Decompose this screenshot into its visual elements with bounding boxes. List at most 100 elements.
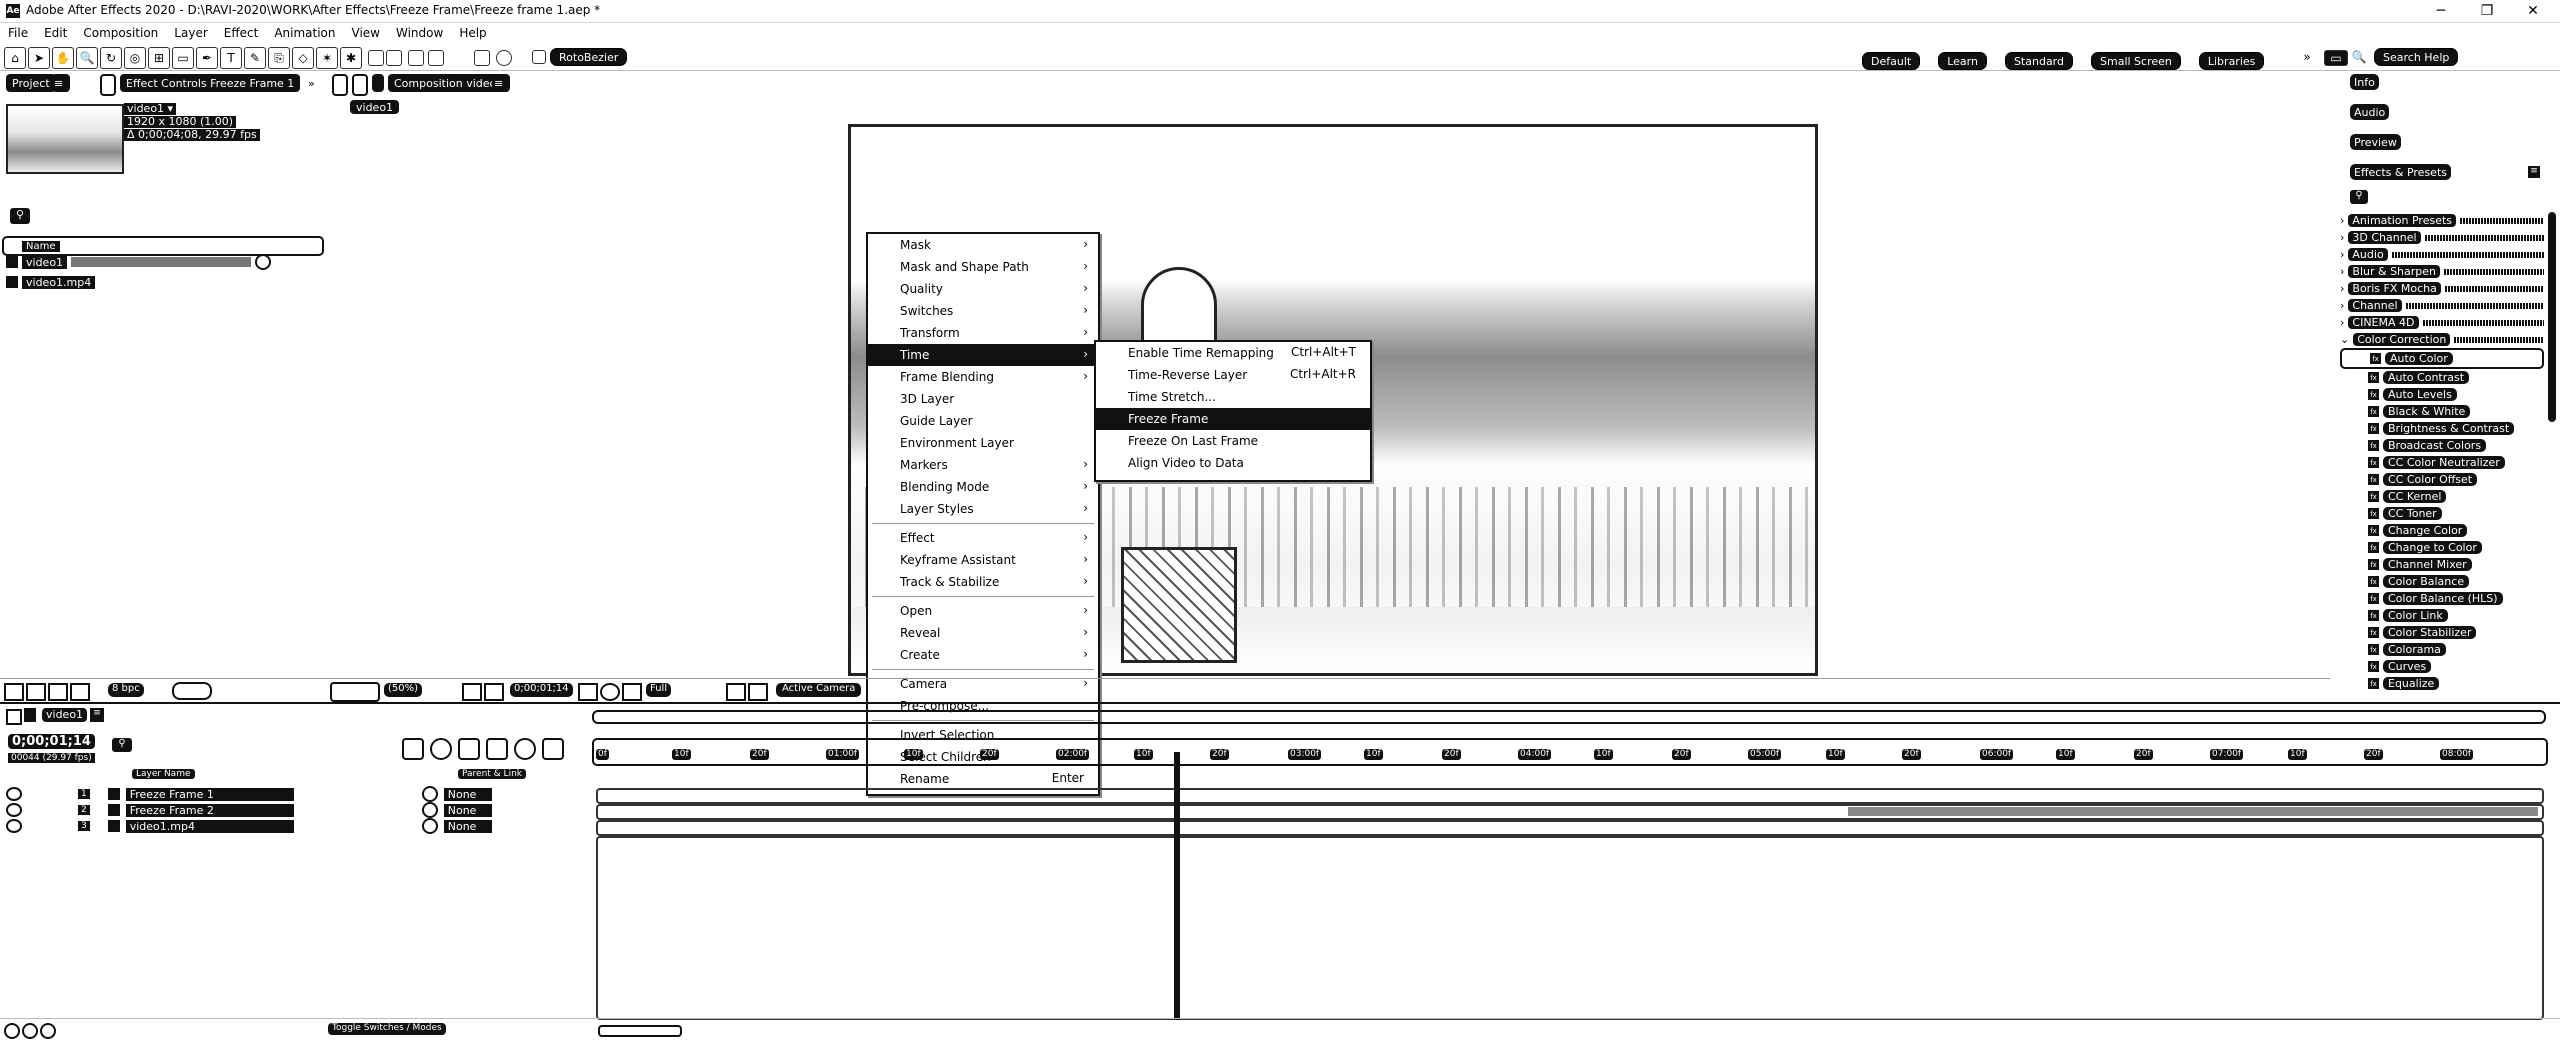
tree-category[interactable]: › Channel: [2340, 297, 2544, 314]
puppet-tool-icon[interactable]: ✱: [340, 47, 362, 69]
effect-item[interactable]: fx CC Color Neutralizer: [2340, 454, 2544, 471]
expand-panels-chevron-icon[interactable]: »: [302, 74, 321, 92]
fast-previews-icon[interactable]: [726, 683, 746, 701]
timeline-timecode[interactable]: 0;00;01;14 00044 (29.97 fps): [8, 734, 96, 764]
snapshot-icon[interactable]: [4, 683, 24, 701]
close-button[interactable]: ✕: [2510, 0, 2556, 22]
composition-panel-menu-icon[interactable]: ≡: [492, 74, 510, 92]
effect-item[interactable]: fx Change Color: [2340, 522, 2544, 539]
menu-item-mask[interactable]: Mask ›: [868, 234, 1098, 256]
menu-animation[interactable]: Animation: [266, 26, 343, 40]
tool-option-2-icon[interactable]: [386, 50, 402, 66]
timeline-empty-area[interactable]: [596, 836, 2544, 1020]
menu-item-quality[interactable]: Quality ›: [868, 278, 1098, 300]
panel-audio[interactable]: Audio: [2350, 104, 2390, 120]
toggle-pill[interactable]: [172, 682, 212, 700]
brush-tool-icon[interactable]: ✎: [244, 47, 266, 69]
menu-item-environment-layer[interactable]: Environment Layer: [868, 432, 1098, 454]
project-panel-menu-icon[interactable]: ≡: [52, 74, 70, 92]
effect-item[interactable]: fx Color Stabilizer: [2340, 624, 2544, 641]
layer-name-header[interactable]: Layer Name: [132, 769, 195, 779]
timeline-search-icon[interactable]: ⚲: [112, 738, 132, 752]
more-workspaces-chevron-icon[interactable]: »: [2300, 50, 2314, 64]
layer-switches-icon[interactable]: [4, 1023, 20, 1039]
project-item-name[interactable]: video1 ▾: [124, 103, 177, 115]
menu-item-switches[interactable]: Switches ›: [868, 300, 1098, 322]
visibility-eye-icon[interactable]: [6, 803, 22, 817]
menu-item-blending-mode[interactable]: Blending Mode ›: [868, 476, 1098, 498]
zoom-tool-icon[interactable]: 🔍: [76, 47, 98, 69]
effect-item[interactable]: fx Auto Levels: [2340, 386, 2544, 403]
comp-close-icon[interactable]: [332, 74, 348, 96]
project-row-comp[interactable]: video1: [6, 254, 272, 270]
grid-icon[interactable]: [48, 683, 68, 701]
timeline-menu-icon[interactable]: ≡: [90, 708, 104, 722]
workspace-small-screen[interactable]: Small Screen: [2091, 52, 2181, 70]
region-of-interest-icon[interactable]: [462, 683, 482, 701]
hand-tool-icon[interactable]: ✋: [52, 47, 74, 69]
visibility-eye-icon[interactable]: [6, 787, 22, 801]
layer-row-2[interactable]: 2 Freeze Frame 2 None: [0, 802, 592, 818]
zoom-slider[interactable]: [598, 1025, 682, 1037]
always-preview-icon[interactable]: [26, 683, 46, 701]
menu-item-freeze-frame[interactable]: Freeze Frame: [1096, 408, 1370, 430]
project-search-icon[interactable]: ⚲: [10, 208, 30, 224]
effect-controls-lock-icon[interactable]: [100, 74, 116, 96]
pick-whip-icon[interactable]: [421, 802, 438, 818]
pin-icon[interactable]: [474, 50, 490, 66]
search-icon[interactable]: 🔍: [2352, 50, 2366, 64]
effect-item[interactable]: fx Colorama: [2340, 641, 2544, 658]
effect-item[interactable]: fx Brightness & Contrast: [2340, 420, 2544, 437]
effects-panel-menu-icon[interactable]: ≡: [2528, 166, 2540, 178]
selection-tool-icon[interactable]: ➤: [28, 47, 50, 69]
motion-blur-icon[interactable]: [70, 683, 90, 701]
menu-effect[interactable]: Effect: [216, 26, 267, 40]
effect-item[interactable]: fx Color Balance: [2340, 573, 2544, 590]
project-row-footage[interactable]: video1.mp4: [6, 274, 96, 290]
track-duration-bar[interactable]: [1848, 807, 2538, 816]
menu-item-markers[interactable]: Markers ›: [868, 454, 1098, 476]
viewer-options-icon[interactable]: [330, 682, 380, 702]
current-time[interactable]: 0;00;01;14: [8, 734, 95, 749]
search-help-field[interactable]: Search Help: [2374, 48, 2459, 66]
workspace-default[interactable]: Default: [1862, 52, 1921, 70]
layer-name[interactable]: Freeze Frame 1: [125, 787, 294, 801]
effect-item[interactable]: fx Color Link: [2340, 607, 2544, 624]
menu-edit[interactable]: Edit: [36, 26, 75, 40]
effect-item[interactable]: fx Auto Contrast: [2340, 369, 2544, 386]
bpc-button[interactable]: 8 bpc: [108, 683, 144, 697]
effect-item[interactable]: fx Channel Mixer: [2340, 556, 2544, 573]
menu-file[interactable]: File: [0, 26, 36, 40]
menu-composition[interactable]: Composition: [75, 26, 166, 40]
graph-editor-icon[interactable]: [542, 738, 564, 760]
toggle-pixel-aspect-icon[interactable]: [748, 683, 768, 701]
time-ruler[interactable]: 0f 10f 20f 01:00f 10f 20f 02:00f 10f 20f…: [592, 738, 2548, 766]
tool-option-4-icon[interactable]: [428, 50, 444, 66]
layer-track-3[interactable]: [596, 820, 2544, 836]
tree-category[interactable]: › Boris FX Mocha: [2340, 280, 2544, 297]
draft-3d-icon[interactable]: [430, 738, 452, 760]
layer-track-2[interactable]: [596, 804, 2544, 820]
viewer-timecode[interactable]: 0;00;01;14: [510, 683, 573, 697]
zoom-dropdown[interactable]: (50%): [384, 683, 423, 697]
pan-behind-tool-icon[interactable]: ⊞: [148, 47, 170, 69]
resolution-dropdown[interactable]: Full: [646, 683, 672, 697]
effect-item[interactable]: fx Color Balance (HLS): [2340, 590, 2544, 607]
menu-item-mask-and-shape-path[interactable]: Mask and Shape Path ›: [868, 256, 1098, 278]
parent-dropdown[interactable]: None: [443, 787, 492, 801]
comp-lock-icon[interactable]: [352, 74, 368, 96]
transparency-grid-icon[interactable]: [484, 683, 504, 701]
roto-bezier-checkbox[interactable]: [532, 50, 546, 64]
menu-item-frame-blending[interactable]: Frame Blending ›: [868, 366, 1098, 388]
pick-whip-icon[interactable]: [421, 818, 438, 834]
effect-item[interactable]: fx Equalize: [2340, 675, 2544, 692]
shy-layers-icon[interactable]: [458, 738, 480, 760]
effect-item[interactable]: fx Change to Color: [2340, 539, 2544, 556]
frame-blending-icon[interactable]: [486, 738, 508, 760]
menu-item-layer-styles[interactable]: Layer Styles ›: [868, 498, 1098, 520]
workspace-libraries[interactable]: Libraries: [2198, 52, 2265, 70]
effect-item[interactable]: fx CC Color Offset: [2340, 471, 2544, 488]
maximize-button[interactable]: ❐: [2464, 0, 2510, 22]
tree-category[interactable]: › Audio: [2340, 246, 2544, 263]
visibility-eye-icon[interactable]: [6, 819, 22, 833]
